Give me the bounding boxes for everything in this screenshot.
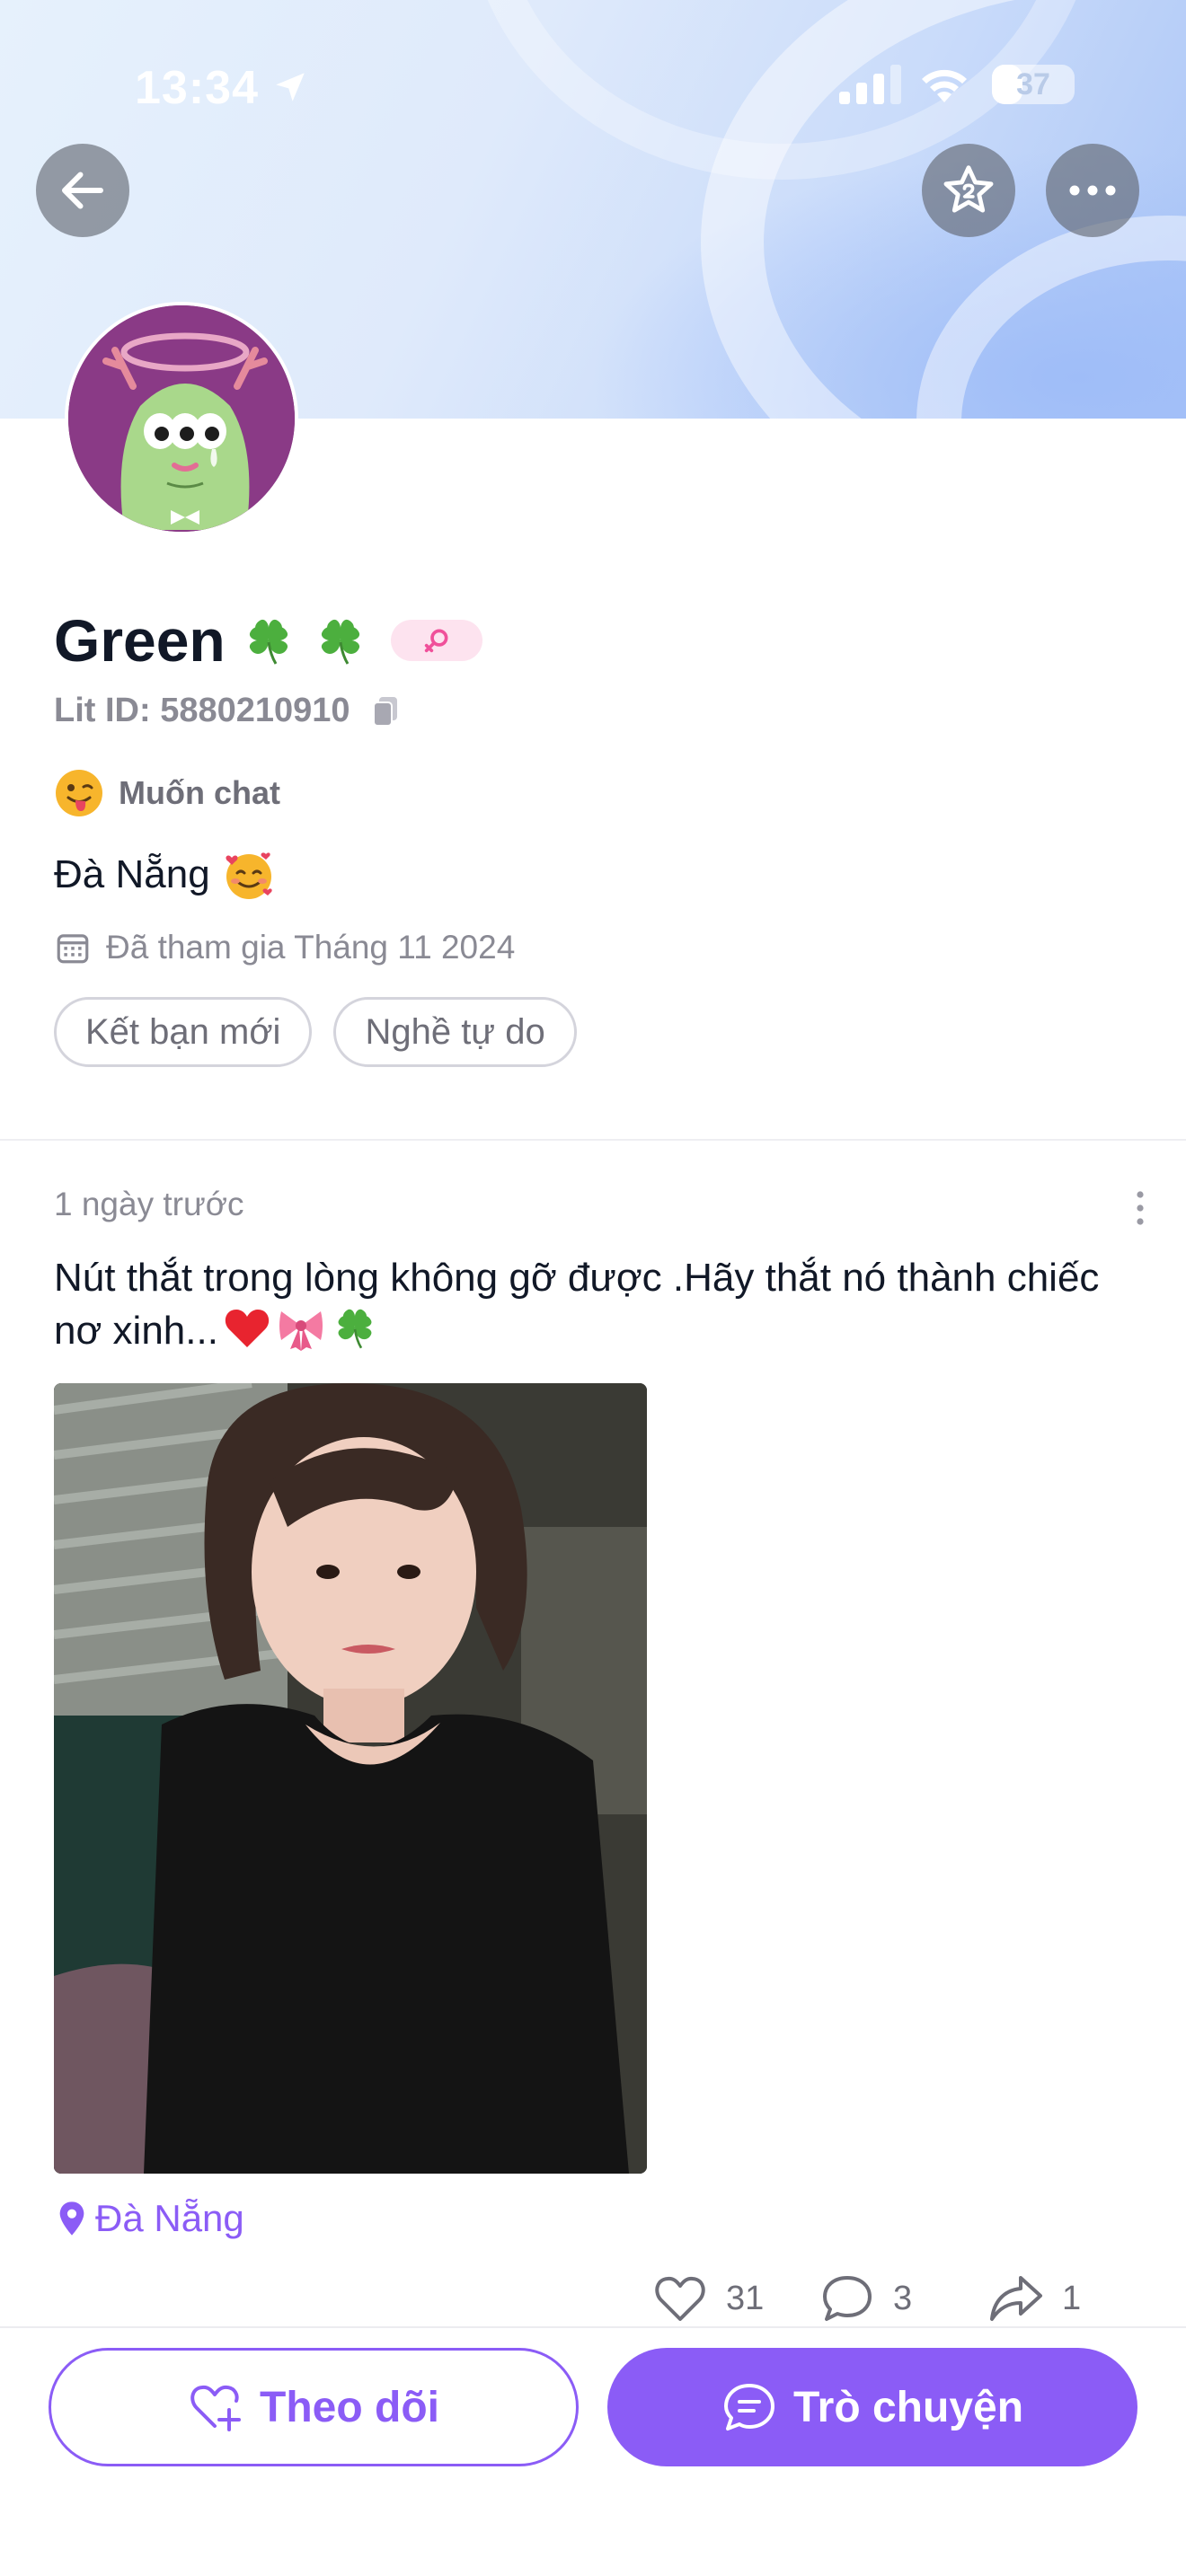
- four-leaf-clover-icon: [249, 619, 288, 665]
- chat-label: Trò chuyện: [792, 2383, 1024, 2431]
- post-location[interactable]: Đà Nẵng: [58, 2197, 244, 2240]
- like-button[interactable]: 31: [652, 2272, 764, 2325]
- comment-bubble-icon: [823, 2276, 872, 2321]
- female-icon: [424, 629, 448, 653]
- heart-plus-icon: [190, 2385, 242, 2431]
- status-bar: 13:34 37: [0, 0, 1186, 171]
- four-leaf-clover-icon: [321, 619, 359, 665]
- profile-name: Green: [54, 607, 226, 674]
- share-arrow-icon: [990, 2276, 1042, 2321]
- mood-status: Muốn chat: [54, 768, 280, 818]
- share-button[interactable]: 1: [988, 2272, 1081, 2325]
- gender-badge: [390, 620, 482, 661]
- heart-outline-icon: [655, 2276, 705, 2321]
- profile-avatar[interactable]: [65, 302, 298, 535]
- red-heart-icon: [225, 1310, 270, 1347]
- lit-id-text: Lit ID: 5880210910: [54, 692, 350, 729]
- section-divider: [0, 1139, 1186, 1141]
- share-count: 1: [1062, 2279, 1082, 2317]
- follow-button[interactable]: Theo dõi: [49, 2348, 579, 2466]
- post-photo[interactable]: [54, 1383, 647, 2174]
- monster-avatar-image: [68, 305, 295, 532]
- ribbon-icon: [279, 1311, 323, 1351]
- post-text: Nút thắt trong lòng không gỡ được .Hãy t…: [54, 1254, 1132, 1355]
- comment-count: 3: [893, 2279, 913, 2317]
- profile-name-row: Green: [54, 600, 482, 681]
- bio-text: Đà Nẵng: [54, 852, 210, 896]
- selfie-photo-image: [54, 1383, 647, 2174]
- wifi-icon: [922, 69, 967, 102]
- star-badge-icon: [943, 165, 994, 213]
- chat-button[interactable]: Trò chuyện: [607, 2348, 1137, 2466]
- cellular-signal-icon: [839, 65, 901, 104]
- chat-bubble-icon: [723, 2384, 774, 2430]
- battery-percent: 37: [1016, 67, 1050, 101]
- copy-icon[interactable]: [370, 693, 403, 729]
- follow-label: Theo dõi: [260, 2383, 439, 2431]
- joined-date-row: Đã tham gia Tháng 11 2024: [54, 929, 515, 966]
- tag-chip[interactable]: Nghề tự do: [333, 997, 577, 1067]
- tag-chip[interactable]: Kết bạn mới: [54, 997, 313, 1067]
- location-text: Đà Nẵng: [95, 2197, 244, 2239]
- profile-bio: Đà Nẵng: [54, 849, 275, 901]
- four-leaf-clover-icon: [338, 1309, 372, 1349]
- more-horizontal-icon: [1069, 185, 1116, 196]
- favorite-button[interactable]: [922, 144, 1015, 237]
- battery-indicator: 37: [992, 65, 1075, 104]
- tongue-out-face-icon: [56, 770, 102, 816]
- status-time: 13:34: [135, 62, 259, 114]
- location-arrow-icon: [276, 73, 305, 101]
- lit-id-row[interactable]: Lit ID: 5880210910: [54, 692, 403, 730]
- more-options-button[interactable]: [1046, 144, 1139, 237]
- profile-tags: Kết bạn mới Nghề tự do: [54, 997, 598, 1067]
- back-button[interactable]: [36, 144, 129, 237]
- calendar-icon: [57, 934, 89, 964]
- joined-date-text: Đã tham gia Tháng 11 2024: [106, 929, 516, 966]
- post-caption: Nút thắt trong lòng không gỡ được .Hãy t…: [54, 1256, 1100, 1353]
- mood-label: Muốn chat: [119, 774, 280, 811]
- smiling-face-with-hearts-icon: [226, 852, 272, 899]
- post-more-options-icon[interactable]: [1127, 1187, 1154, 1229]
- post-timestamp: 1 ngày trước: [54, 1186, 244, 1222]
- location-pin-icon: [59, 2201, 84, 2236]
- arrow-left-icon: [62, 172, 103, 209]
- comment-button[interactable]: 3: [819, 2272, 912, 2325]
- like-count: 31: [726, 2279, 765, 2317]
